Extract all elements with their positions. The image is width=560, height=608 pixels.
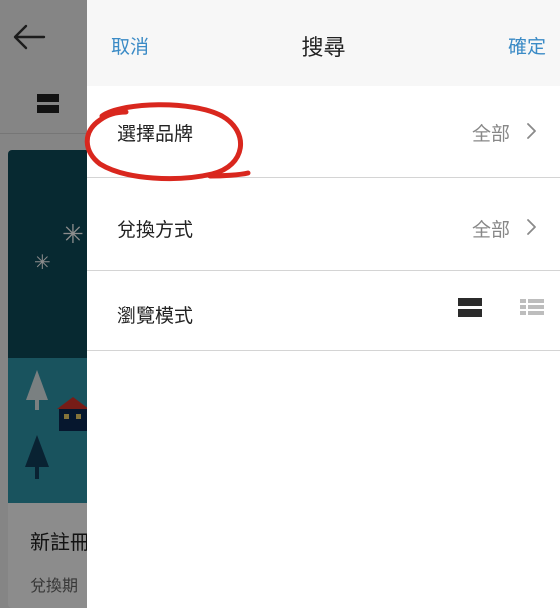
drawer-header: 取消 搜尋 確定 — [87, 0, 560, 86]
large-view-icon[interactable] — [458, 298, 482, 318]
drawer-title: 搜尋 — [301, 36, 346, 61]
divider — [87, 350, 560, 351]
select-brand-row[interactable]: 選擇品牌 全部 — [87, 86, 560, 177]
redeem-method-value: 全部 — [471, 219, 510, 241]
chevron-right-icon — [527, 123, 536, 139]
chevron-right-icon — [527, 219, 536, 235]
browse-mode-row: 瀏覽模式 — [87, 271, 560, 350]
confirm-button[interactable]: 確定 — [508, 32, 546, 59]
search-drawer: 取消 搜尋 確定 選擇品牌 全部 兌換方式 全部 瀏覽模式 — [87, 0, 560, 608]
list-view-icon[interactable] — [520, 299, 544, 319]
redeem-method-row[interactable]: 兌換方式 全部 — [87, 178, 560, 270]
select-brand-label: 選擇品牌 — [117, 123, 194, 145]
select-brand-value: 全部 — [471, 123, 510, 145]
browse-mode-label: 瀏覽模式 — [117, 305, 194, 327]
redeem-method-label: 兌換方式 — [117, 219, 194, 241]
